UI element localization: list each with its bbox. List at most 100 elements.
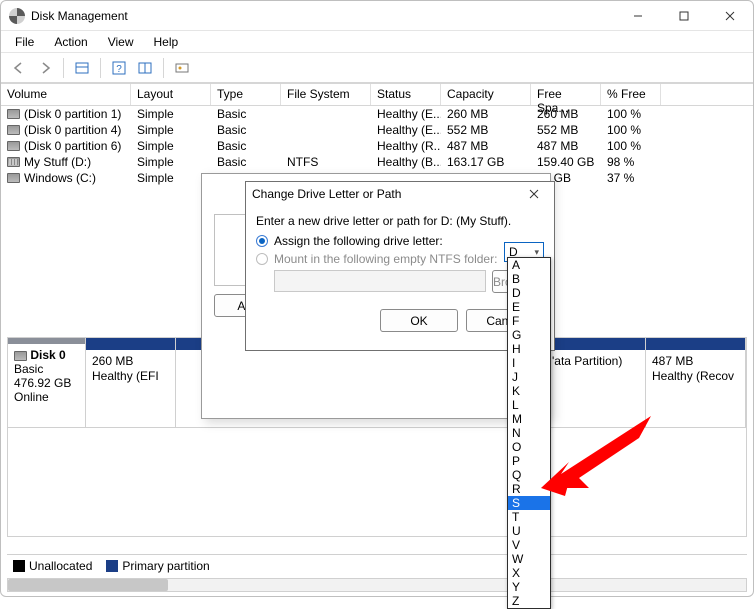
cell-capacity: 552 MB bbox=[441, 123, 531, 137]
partition-block[interactable]: 260 MBHealthy (EFI bbox=[86, 338, 176, 427]
volume-table-header: Volume Layout Type File System Status Ca… bbox=[1, 84, 753, 106]
col-volume[interactable]: Volume bbox=[1, 84, 131, 105]
legend-primary: Primary partition bbox=[122, 559, 209, 573]
drive-letter-option[interactable]: D bbox=[508, 286, 550, 300]
disk-status: Online bbox=[14, 390, 49, 404]
child-ok-button[interactable]: OK bbox=[380, 309, 458, 332]
disk-icon bbox=[14, 351, 27, 361]
drive-letter-option[interactable]: I bbox=[508, 356, 550, 370]
back-button[interactable] bbox=[7, 56, 31, 80]
volume-icon bbox=[7, 125, 20, 135]
cell-pctfree: 100 % bbox=[601, 139, 661, 153]
table-row[interactable]: (Disk 0 partition 4)SimpleBasicHealthy (… bbox=[1, 122, 753, 138]
drive-letter-option[interactable]: E bbox=[508, 300, 550, 314]
cell-type: Basic bbox=[211, 123, 281, 137]
cell-layout: Simple bbox=[131, 155, 211, 169]
child-dialog-close-icon[interactable] bbox=[520, 183, 548, 205]
menu-help[interactable]: Help bbox=[146, 33, 187, 51]
legend: Unallocated Primary partition bbox=[7, 554, 747, 576]
legend-unallocated: Unallocated bbox=[29, 559, 92, 573]
radio-assign-letter[interactable] bbox=[256, 235, 268, 247]
chevron-down-icon: ▾ bbox=[534, 247, 539, 258]
drive-letter-option[interactable]: A bbox=[508, 258, 550, 272]
cell-pctfree: 98 % bbox=[601, 155, 661, 169]
col-capacity[interactable]: Capacity bbox=[441, 84, 531, 105]
help-icon[interactable]: ? bbox=[107, 56, 131, 80]
cell-pctfree: 37 % bbox=[601, 171, 661, 185]
col-layout[interactable]: Layout bbox=[131, 84, 211, 105]
forward-button[interactable] bbox=[33, 56, 57, 80]
mount-folder-field bbox=[274, 270, 486, 292]
partition-line2: 'ata Partition) bbox=[552, 354, 639, 369]
toolbar: ? bbox=[1, 53, 753, 83]
partition-block[interactable]: 'ata Partition) bbox=[546, 338, 646, 427]
drive-letter-option[interactable]: N bbox=[508, 426, 550, 440]
drive-letter-option[interactable]: J bbox=[508, 370, 550, 384]
drive-letter-dropdown-list[interactable]: ABDEFGHIJKLMNOPQRSTUVWXYZ bbox=[507, 257, 551, 609]
minimize-button[interactable] bbox=[615, 1, 661, 31]
menu-view[interactable]: View bbox=[100, 33, 142, 51]
drive-letter-option[interactable]: W bbox=[508, 552, 550, 566]
drive-letter-option[interactable]: O bbox=[508, 440, 550, 454]
partition-line2: Healthy (Recov bbox=[652, 369, 739, 384]
col-freespace[interactable]: Free Spa... bbox=[531, 84, 601, 105]
col-pctfree[interactable]: % Free bbox=[601, 84, 661, 105]
drive-letter-option[interactable]: H bbox=[508, 342, 550, 356]
table-row[interactable]: (Disk 0 partition 1)SimpleBasicHealthy (… bbox=[1, 106, 753, 122]
swatch-primary bbox=[106, 560, 118, 572]
cell-status: Healthy (R... bbox=[371, 139, 441, 153]
maximize-button[interactable] bbox=[661, 1, 707, 31]
drive-letter-option[interactable]: P bbox=[508, 454, 550, 468]
drive-letter-option[interactable]: F bbox=[508, 314, 550, 328]
table-row[interactable]: My Stuff (D:)SimpleBasicNTFSHealthy (B..… bbox=[1, 154, 753, 170]
drive-letter-option[interactable]: K bbox=[508, 384, 550, 398]
close-button[interactable] bbox=[707, 1, 753, 31]
drive-letter-option[interactable]: L bbox=[508, 398, 550, 412]
horizontal-scrollbar[interactable] bbox=[7, 578, 747, 592]
volume-icon bbox=[7, 173, 20, 183]
drive-letter-option[interactable]: Y bbox=[508, 580, 550, 594]
label-assign-letter: Assign the following drive letter: bbox=[274, 234, 443, 248]
toolbar-layout-icon[interactable] bbox=[133, 56, 157, 80]
drive-letter-option[interactable]: B bbox=[508, 272, 550, 286]
drive-letter-option[interactable]: U bbox=[508, 524, 550, 538]
drive-letter-option[interactable]: X bbox=[508, 566, 550, 580]
cell-pctfree: 100 % bbox=[601, 107, 661, 121]
cell-type: Basic bbox=[211, 107, 281, 121]
drive-letter-option[interactable]: M bbox=[508, 412, 550, 426]
disk-name: Disk 0 bbox=[30, 348, 65, 362]
drive-letter-option[interactable]: T bbox=[508, 510, 550, 524]
drive-letter-option[interactable]: V bbox=[508, 538, 550, 552]
table-row[interactable]: (Disk 0 partition 6)SimpleBasicHealthy (… bbox=[1, 138, 753, 154]
cell-fs: NTFS bbox=[281, 155, 371, 169]
cell-layout: Simple bbox=[131, 107, 211, 121]
drive-letter-option[interactable]: Q bbox=[508, 468, 550, 482]
cell-capacity: 163.17 GB bbox=[441, 155, 531, 169]
drive-letter-option[interactable]: G bbox=[508, 328, 550, 342]
col-status[interactable]: Status bbox=[371, 84, 441, 105]
disk-size: 476.92 GB bbox=[14, 376, 71, 390]
toolbar-view-icon[interactable] bbox=[70, 56, 94, 80]
partition-block[interactable]: 487 MBHealthy (Recov bbox=[646, 338, 746, 427]
menu-action[interactable]: Action bbox=[46, 33, 95, 51]
drive-letter-option[interactable]: S bbox=[508, 496, 550, 510]
titlebar: Disk Management bbox=[1, 1, 753, 31]
menu-file[interactable]: File bbox=[7, 33, 42, 51]
cell-layout: Simple bbox=[131, 171, 211, 185]
volume-name: (Disk 0 partition 1) bbox=[24, 107, 121, 121]
col-filesystem[interactable]: File System bbox=[281, 84, 371, 105]
cell-status: Healthy (B... bbox=[371, 155, 441, 169]
drive-letter-option[interactable]: Z bbox=[508, 594, 550, 608]
swatch-unallocated bbox=[13, 560, 25, 572]
drive-letter-option[interactable]: R bbox=[508, 482, 550, 496]
volume-icon bbox=[7, 157, 20, 167]
volume-name: (Disk 0 partition 6) bbox=[24, 139, 121, 153]
disk-label[interactable]: Disk 0 Basic 476.92 GB Online bbox=[8, 338, 86, 427]
radio-mount-folder[interactable] bbox=[256, 253, 268, 265]
col-type[interactable]: Type bbox=[211, 84, 281, 105]
toolbar-settings-icon[interactable] bbox=[170, 56, 194, 80]
partition-line1: 260 MB bbox=[92, 354, 169, 369]
partition-line1: 487 MB bbox=[652, 354, 739, 369]
cell-capacity: 260 MB bbox=[441, 107, 531, 121]
child-dialog-title: Change Drive Letter or Path bbox=[252, 187, 520, 201]
